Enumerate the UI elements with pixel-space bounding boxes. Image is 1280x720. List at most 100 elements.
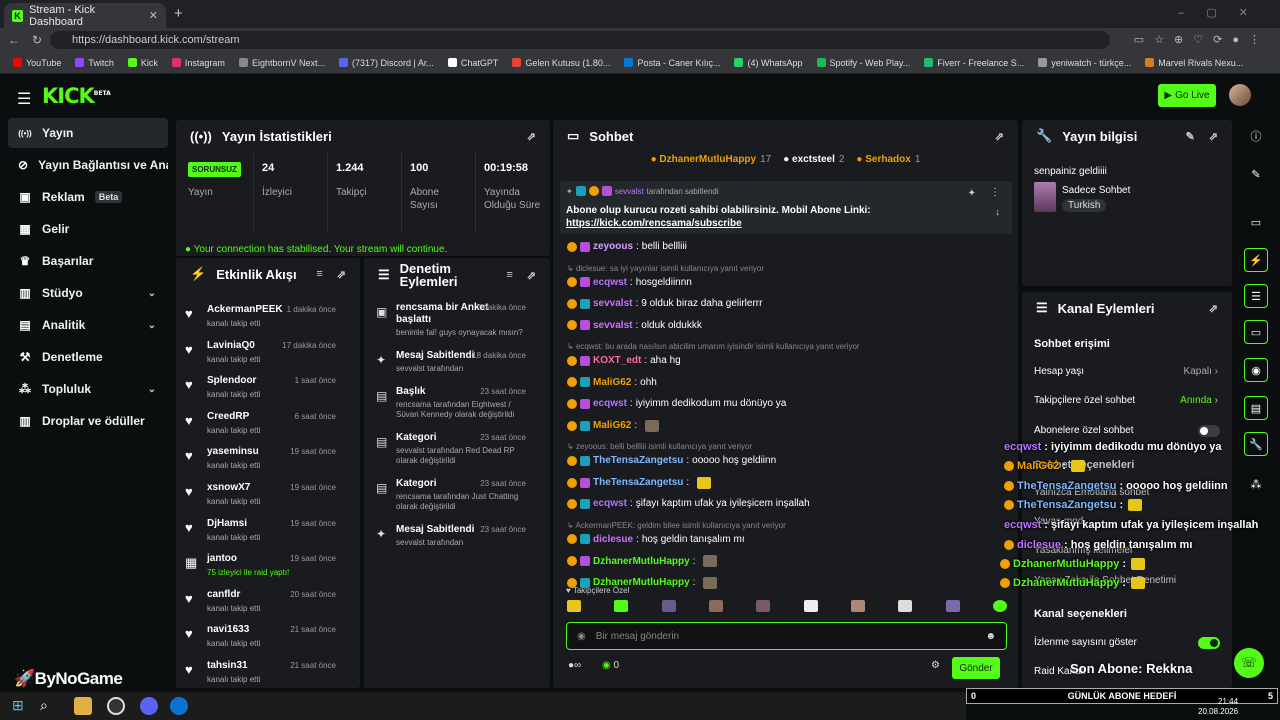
chat-username[interactable]: ecqwst — [593, 498, 627, 509]
bookmark-item[interactable]: Posta - Caner Kılıç... — [617, 58, 727, 68]
sidebar-item-hammer[interactable]: ⚒ Denetleme — [8, 342, 168, 372]
chat-username[interactable]: KOXT_edt — [593, 355, 641, 366]
chat-username[interactable]: MaliG62 — [593, 377, 631, 388]
chat-username[interactable]: zeyoous — [593, 241, 633, 252]
filter-icon[interactable]: ≡ — [316, 268, 322, 281]
avatar[interactable] — [1229, 84, 1251, 106]
go-live-button[interactable]: ▶ Go Live — [1158, 84, 1216, 107]
reload-icon[interactable]: ↻ — [32, 33, 42, 47]
chat-username[interactable]: TheTensaZangetsu — [593, 477, 683, 488]
bookmark-item[interactable]: yeniwatch - türkçe... — [1031, 58, 1138, 68]
bookmark-item[interactable]: Fiverr - Freelance S... — [917, 58, 1031, 68]
chat-username[interactable]: sevvalst — [593, 320, 632, 331]
sub-chat-toggle[interactable] — [1198, 425, 1220, 437]
bookmark-item[interactable]: Marvel Rivals Nexu... — [1138, 58, 1250, 68]
windows-start-icon[interactable]: ⊞ — [12, 697, 30, 715]
chevron-down-icon[interactable]: ⌄ — [148, 320, 156, 331]
unpin-icon[interactable]: ✦ — [968, 188, 976, 199]
bookmark-item[interactable]: YouTube — [6, 58, 68, 68]
more-icon[interactable]: ⋮ — [990, 187, 1000, 198]
popout-icon[interactable]: ⇗ — [1209, 130, 1218, 143]
sidebar-item-broadcast[interactable]: ((•)) Yayın — [8, 118, 168, 148]
chevron-down-icon[interactable]: ⌄ — [148, 288, 156, 299]
chat-icon[interactable]: ▭ — [1244, 320, 1268, 344]
list-icon[interactable]: ☰ — [1244, 284, 1268, 308]
popout-icon[interactable]: ⇗ — [995, 130, 1004, 143]
file-explorer-icon[interactable] — [74, 697, 92, 715]
broadcast-icon[interactable]: ◉ — [1244, 358, 1268, 382]
info-icon[interactable]: ⓘ — [1244, 124, 1268, 148]
top-gifter[interactable]: ● DzhanerMutluHappy 17 — [651, 154, 772, 168]
browser-tab[interactable]: K Stream - Kick Dashboard ✕ — [4, 3, 166, 28]
layout-icon[interactable]: ▭ — [1244, 210, 1268, 234]
chat-username[interactable]: diclesue — [593, 534, 633, 545]
sidebar-item-analytics[interactable]: ▤ Analitik ⌄ — [8, 310, 168, 340]
sidebar-item-studio[interactable]: ▥ Stüdyo ⌄ — [8, 278, 168, 308]
assistant-button[interactable]: ☏ — [1234, 648, 1264, 678]
sidebar-item-trophy[interactable]: ♛ Başarılar — [8, 246, 168, 276]
obs-icon[interactable] — [107, 697, 125, 715]
chevron-down-icon[interactable]: ⌄ — [148, 384, 156, 395]
bookmark-item[interactable]: Twitch — [68, 58, 121, 68]
sidebar-item-community[interactable]: ⁂ Topluluk ⌄ — [8, 374, 168, 404]
follower-chat-label[interactable]: Takipçilere özel sohbet — [1034, 395, 1135, 406]
wrench-icon[interactable]: 🔧 — [1244, 432, 1268, 456]
top-gifter[interactable]: ● exctsteel 2 — [783, 154, 844, 168]
kick-logo[interactable]: KICKBETA — [42, 84, 111, 108]
account-age-label[interactable]: Hesap yaşı — [1034, 366, 1084, 377]
bookmark-item[interactable]: Instagram — [165, 58, 232, 68]
close-tab-icon[interactable]: ✕ — [149, 9, 158, 22]
chat-username[interactable]: ecqwst — [593, 277, 627, 288]
emoji-icon[interactable]: ☻ — [985, 631, 996, 642]
bookmark-item[interactable]: EightbornV Next... — [232, 58, 332, 68]
chat-username[interactable]: TheTensaZangetsu — [593, 455, 683, 466]
chat-username[interactable]: ecqwst — [593, 398, 627, 409]
sidebar-item-ad[interactable]: ▣ Reklam Beta — [8, 182, 168, 212]
chat-input[interactable]: ◉ Bir mesaj gönderin ☻ — [566, 622, 1007, 650]
popout-icon[interactable]: ⇗ — [1209, 302, 1218, 315]
browser-extension-icons[interactable]: ▭☆⊕♡⟳●⋮ — [1134, 33, 1270, 46]
follower-chat-value[interactable]: Anında › — [1180, 395, 1218, 406]
tag-badge[interactable]: Turkish — [1062, 199, 1107, 212]
menu-icon[interactable]: ☰ — [17, 89, 31, 109]
back-icon[interactable]: ← — [8, 33, 20, 47]
new-tab-icon[interactable]: + — [174, 5, 183, 22]
subscribe-link[interactable]: https://kick.com/rencsama/subscribe — [566, 218, 742, 229]
chat-username[interactable]: DzhanerMutluHappy — [593, 577, 690, 588]
bookmark-item[interactable]: Gelen Kutusu (1.80... — [505, 58, 617, 68]
settings-icon[interactable]: ⚙ — [931, 660, 940, 671]
sidebar-item-link[interactable]: ⊘ Yayın Bağlantısı ve Anahtar — [8, 150, 168, 180]
channel-points-icon[interactable]: ●∞ — [568, 660, 581, 671]
popout-icon[interactable]: ⇗ — [337, 268, 346, 281]
popout-icon[interactable]: ⇗ — [527, 269, 536, 282]
popout-icon[interactable]: ⇗ — [527, 130, 536, 143]
activity-icon[interactable]: ⚡ — [1244, 248, 1268, 272]
edge-icon[interactable] — [170, 697, 188, 715]
account-age-value[interactable]: Kapalı › — [1184, 366, 1218, 377]
window-controls[interactable]: –▢✕ — [1178, 6, 1270, 19]
bookmark-item[interactable]: (7317) Discord | Ar... — [332, 58, 441, 68]
sidebar-item-revenue[interactable]: ▦ Gelir — [8, 214, 168, 244]
pencil-icon[interactable]: ✎ — [1244, 162, 1268, 186]
filter-icon[interactable]: ≡ — [506, 269, 512, 282]
search-icon[interactable]: ⌕ — [40, 697, 58, 715]
chat-username[interactable]: MaliG62 — [593, 420, 631, 431]
address-bar[interactable]: https://dashboard.kick.com/stream — [50, 31, 1110, 49]
channel-icon[interactable]: ▤ — [1244, 396, 1268, 420]
send-button[interactable]: Gönder — [952, 657, 1000, 679]
emote-bar[interactable] — [567, 600, 1007, 614]
bookmark-item[interactable]: ChatGPT — [441, 58, 506, 68]
discord-icon[interactable] — [140, 697, 158, 715]
chat-username[interactable]: DzhanerMutluHappy — [593, 556, 690, 567]
bookmark-item[interactable]: Kick — [121, 58, 165, 68]
bookmark-item[interactable]: (4) WhatsApp — [727, 58, 809, 68]
community-icon[interactable]: ⁂ — [1244, 472, 1268, 496]
viewcount-toggle[interactable] — [1198, 637, 1220, 649]
sidebar-item-gift[interactable]: ▥ Droplar ve ödüller — [8, 406, 168, 436]
bookmark-item[interactable]: Spotify - Web Play... — [810, 58, 918, 68]
top-gifter[interactable]: ● Serhadox 1 — [856, 154, 920, 168]
expand-icon[interactable]: ↓ — [995, 207, 1000, 218]
chat-mode-icon[interactable]: ◉ — [577, 631, 586, 642]
chat-username[interactable]: sevvalst — [593, 298, 632, 309]
edit-icon[interactable]: ✎ — [1186, 130, 1195, 143]
